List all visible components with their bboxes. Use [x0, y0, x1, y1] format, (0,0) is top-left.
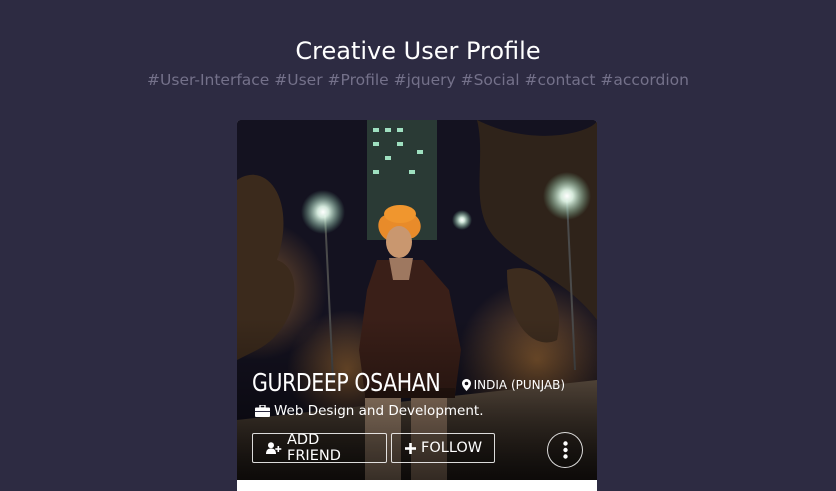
- profile-actions: ADD FRIEND FOLLOW: [252, 432, 499, 464]
- profile-location: INDIA (PUNJAB): [461, 378, 566, 392]
- follow-button[interactable]: FOLLOW: [391, 433, 495, 463]
- page-title: Creative User Profile: [295, 37, 541, 65]
- page-header: Creative User Profile #User-Interface #U…: [0, 36, 836, 90]
- page-tags: #User-Interface #User #Profile #jquery #…: [147, 71, 689, 89]
- user-plus-icon: [266, 442, 282, 454]
- more-options-button[interactable]: [547, 432, 583, 468]
- occupation-text: Web Design and Development.: [274, 403, 484, 419]
- ellipsis-vertical-icon: [562, 441, 568, 459]
- add-friend-button[interactable]: ADD FRIEND: [252, 432, 387, 464]
- add-friend-label: ADD FRIEND: [287, 432, 341, 464]
- location-text: INDIA (PUNJAB): [473, 378, 566, 392]
- page: Creative User Profile #User-Interface #U…: [0, 0, 836, 491]
- briefcase-icon: [255, 405, 270, 417]
- profile-card: GURDEEP OSAHAN INDIA (PUNJAB) Web Design…: [237, 120, 597, 491]
- profile-occupation: Web Design and Development.: [255, 403, 484, 419]
- plus-icon: [405, 442, 416, 454]
- profile-name: GURDEEP OSAHAN: [252, 368, 441, 397]
- follow-label: FOLLOW: [421, 440, 483, 456]
- map-marker-icon: [461, 379, 471, 391]
- name-row: GURDEEP OSAHAN INDIA (PUNJAB): [252, 368, 565, 397]
- profile-overlay: GURDEEP OSAHAN INDIA (PUNJAB) Web Design…: [237, 120, 597, 480]
